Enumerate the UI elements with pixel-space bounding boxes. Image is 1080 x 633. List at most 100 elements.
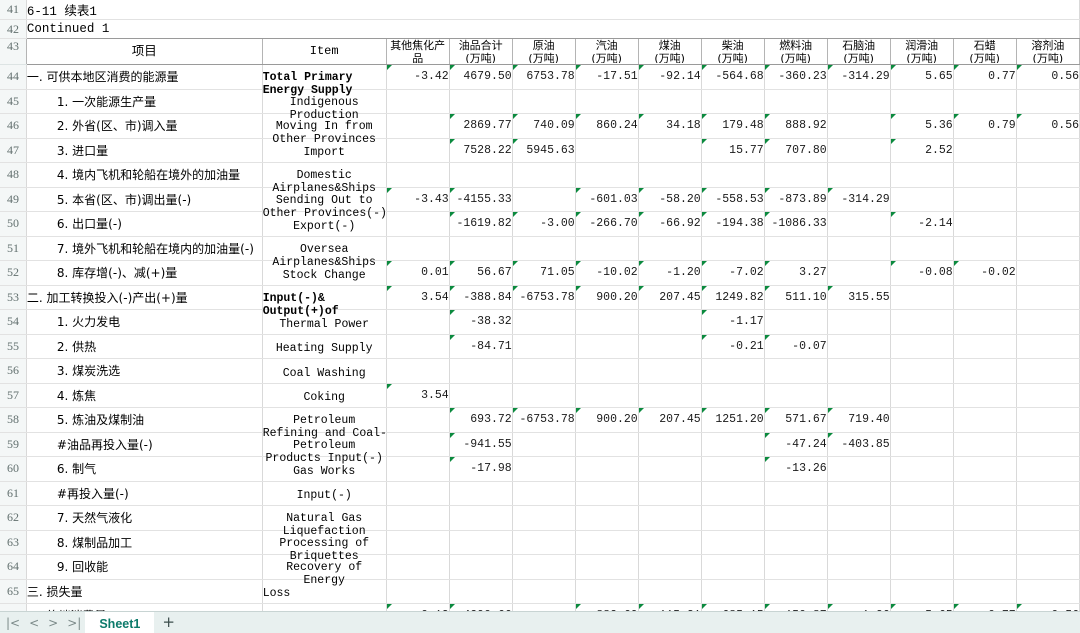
header-col-10[interactable]: 石蜡 (万吨) <box>953 38 1017 65</box>
data-cell-empty[interactable] <box>575 138 639 163</box>
next-sheet-icon[interactable]: > <box>48 617 58 629</box>
data-cell[interactable]: 0.56 <box>1016 113 1080 139</box>
data-cell-empty[interactable] <box>638 89 702 114</box>
data-cell-empty[interactable] <box>449 162 513 188</box>
data-cell[interactable]: -3.42 <box>386 64 450 90</box>
table-row[interactable]: 49 5. 本省(区、市)调出量(-) Sending Out to Other Pr… <box>0 187 1080 220</box>
data-cell-empty[interactable] <box>1016 432 1080 457</box>
row-label-en[interactable]: Coking <box>262 383 387 408</box>
data-cell-empty[interactable] <box>638 383 702 408</box>
data-cell[interactable]: -17.51 <box>575 64 639 90</box>
row-label-en[interactable]: Natural Gas Liquefaction <box>262 505 387 538</box>
row-label-cn[interactable]: 1. 一次能源生产量 <box>26 89 263 114</box>
data-cell-empty[interactable] <box>953 383 1017 408</box>
data-cell[interactable]: 34.18 <box>638 113 702 139</box>
sheet-nav-buttons[interactable]: |< < > >| <box>0 612 85 633</box>
data-cell-empty[interactable] <box>890 481 954 506</box>
header-col-2[interactable]: 油品合计 (万吨) <box>449 38 513 65</box>
data-cell-empty[interactable] <box>701 383 765 408</box>
data-cell-empty[interactable] <box>386 432 450 457</box>
data-cell-empty[interactable] <box>953 530 1017 555</box>
row-header-51[interactable]: 51 <box>0 236 27 261</box>
table-title-line2[interactable]: Continued 1 <box>26 19 1080 39</box>
data-cell[interactable]: -3.00 <box>512 211 576 237</box>
data-cell-empty[interactable] <box>1016 334 1080 359</box>
data-cell-empty[interactable] <box>1016 211 1080 237</box>
data-cell-empty[interactable] <box>890 187 954 212</box>
data-cell-empty[interactable] <box>827 579 891 604</box>
last-sheet-icon[interactable]: >| <box>67 617 81 629</box>
data-cell-empty[interactable] <box>827 89 891 114</box>
data-cell-empty[interactable] <box>953 211 1017 237</box>
data-cell-empty[interactable] <box>890 383 954 408</box>
data-cell-empty[interactable] <box>764 236 828 261</box>
table-row[interactable]: 47 3. 进口量 Import 7528.22 5945.63 15.77 707.80 2… <box>0 138 1080 163</box>
data-cell-empty[interactable] <box>764 89 828 114</box>
header-item-en[interactable]: Item <box>262 38 387 65</box>
data-cell-empty[interactable] <box>953 481 1017 506</box>
data-cell-empty[interactable] <box>512 334 576 359</box>
row-label-cn[interactable]: 4. 炼焦 <box>26 383 263 408</box>
data-cell-empty[interactable] <box>386 456 450 482</box>
table-row[interactable]: 59 #油品再投入量(-) Petroleum Products Input(-) -9… <box>0 432 1080 465</box>
prev-sheet-icon[interactable]: < <box>29 617 39 629</box>
data-cell-empty[interactable] <box>827 554 891 580</box>
data-cell[interactable]: 740.09 <box>512 113 576 139</box>
data-cell[interactable]: 860.24 <box>575 113 639 139</box>
data-cell-empty[interactable] <box>764 481 828 506</box>
data-cell-empty[interactable] <box>701 358 765 384</box>
data-cell-empty[interactable] <box>386 579 450 604</box>
data-cell[interactable]: -601.03 <box>575 187 639 212</box>
data-cell-empty[interactable] <box>953 407 1017 433</box>
header-col-5[interactable]: 煤油 (万吨) <box>638 38 702 65</box>
row-label-en[interactable]: Coal Washing <box>262 358 387 384</box>
row-label-cn[interactable]: 5. 炼油及煤制油 <box>26 407 263 433</box>
data-cell-empty[interactable] <box>512 554 576 580</box>
data-cell-empty[interactable] <box>638 358 702 384</box>
data-cell-empty[interactable] <box>575 554 639 580</box>
data-cell-empty[interactable] <box>701 530 765 555</box>
data-cell-empty[interactable] <box>575 309 639 335</box>
data-cell-empty[interactable] <box>386 530 450 555</box>
data-cell-empty[interactable] <box>512 358 576 384</box>
row-label-en[interactable]: Import <box>262 138 387 163</box>
header-col-6[interactable]: 柴油 (万吨) <box>701 38 765 65</box>
row-label-en[interactable]: Heating Supply <box>262 334 387 359</box>
data-cell[interactable]: -47.24 <box>764 432 828 457</box>
data-cell-empty[interactable] <box>953 236 1017 261</box>
data-cell-empty[interactable] <box>953 162 1017 188</box>
data-cell[interactable]: -10.02 <box>575 260 639 286</box>
data-cell-empty[interactable] <box>701 481 765 506</box>
data-cell-empty[interactable] <box>386 162 450 188</box>
data-cell[interactable]: -58.20 <box>638 187 702 212</box>
data-cell-empty[interactable] <box>701 456 765 482</box>
data-cell[interactable]: 1249.82 <box>701 285 765 310</box>
data-cell-empty[interactable] <box>575 505 639 531</box>
data-cell[interactable]: 5.36 <box>890 113 954 139</box>
data-cell-empty[interactable] <box>953 89 1017 114</box>
row-header-63[interactable]: 63 <box>0 530 27 555</box>
data-cell-empty[interactable] <box>386 505 450 531</box>
data-cell[interactable]: -1.20 <box>638 260 702 286</box>
row-label-en[interactable]: Recovery of Energy <box>262 554 387 587</box>
data-cell-empty[interactable] <box>386 554 450 580</box>
data-cell-empty[interactable] <box>1016 407 1080 433</box>
row-header-46[interactable]: 46 <box>0 113 27 139</box>
table-row[interactable]: 53 二. 加工转换投入(-)产出(+)量 Input(-)& Output(+)of… <box>0 285 1080 318</box>
data-cell-empty[interactable] <box>764 554 828 580</box>
data-cell-empty[interactable] <box>764 530 828 555</box>
row-header-42[interactable]: 42 <box>0 19 27 39</box>
row-label-cn[interactable]: #再投入量(-) <box>26 481 263 506</box>
data-cell-empty[interactable] <box>764 162 828 188</box>
data-cell[interactable]: -84.71 <box>449 334 513 359</box>
row-label-en[interactable]: Total Primary Energy Supply <box>262 64 387 97</box>
data-cell[interactable]: 207.45 <box>638 285 702 310</box>
data-cell-empty[interactable] <box>827 505 891 531</box>
row-label-en[interactable]: Oversea Airplanes&Ships <box>262 236 387 269</box>
header-col-9[interactable]: 润滑油 (万吨) <box>890 38 954 65</box>
data-cell-empty[interactable] <box>1016 309 1080 335</box>
data-cell-empty[interactable] <box>638 432 702 457</box>
table-row[interactable]: 58 5. 炼油及煤制油 Petroleum Refining and Coal- 69… <box>0 407 1080 440</box>
data-cell-empty[interactable] <box>638 481 702 506</box>
data-cell-empty[interactable] <box>890 162 954 188</box>
